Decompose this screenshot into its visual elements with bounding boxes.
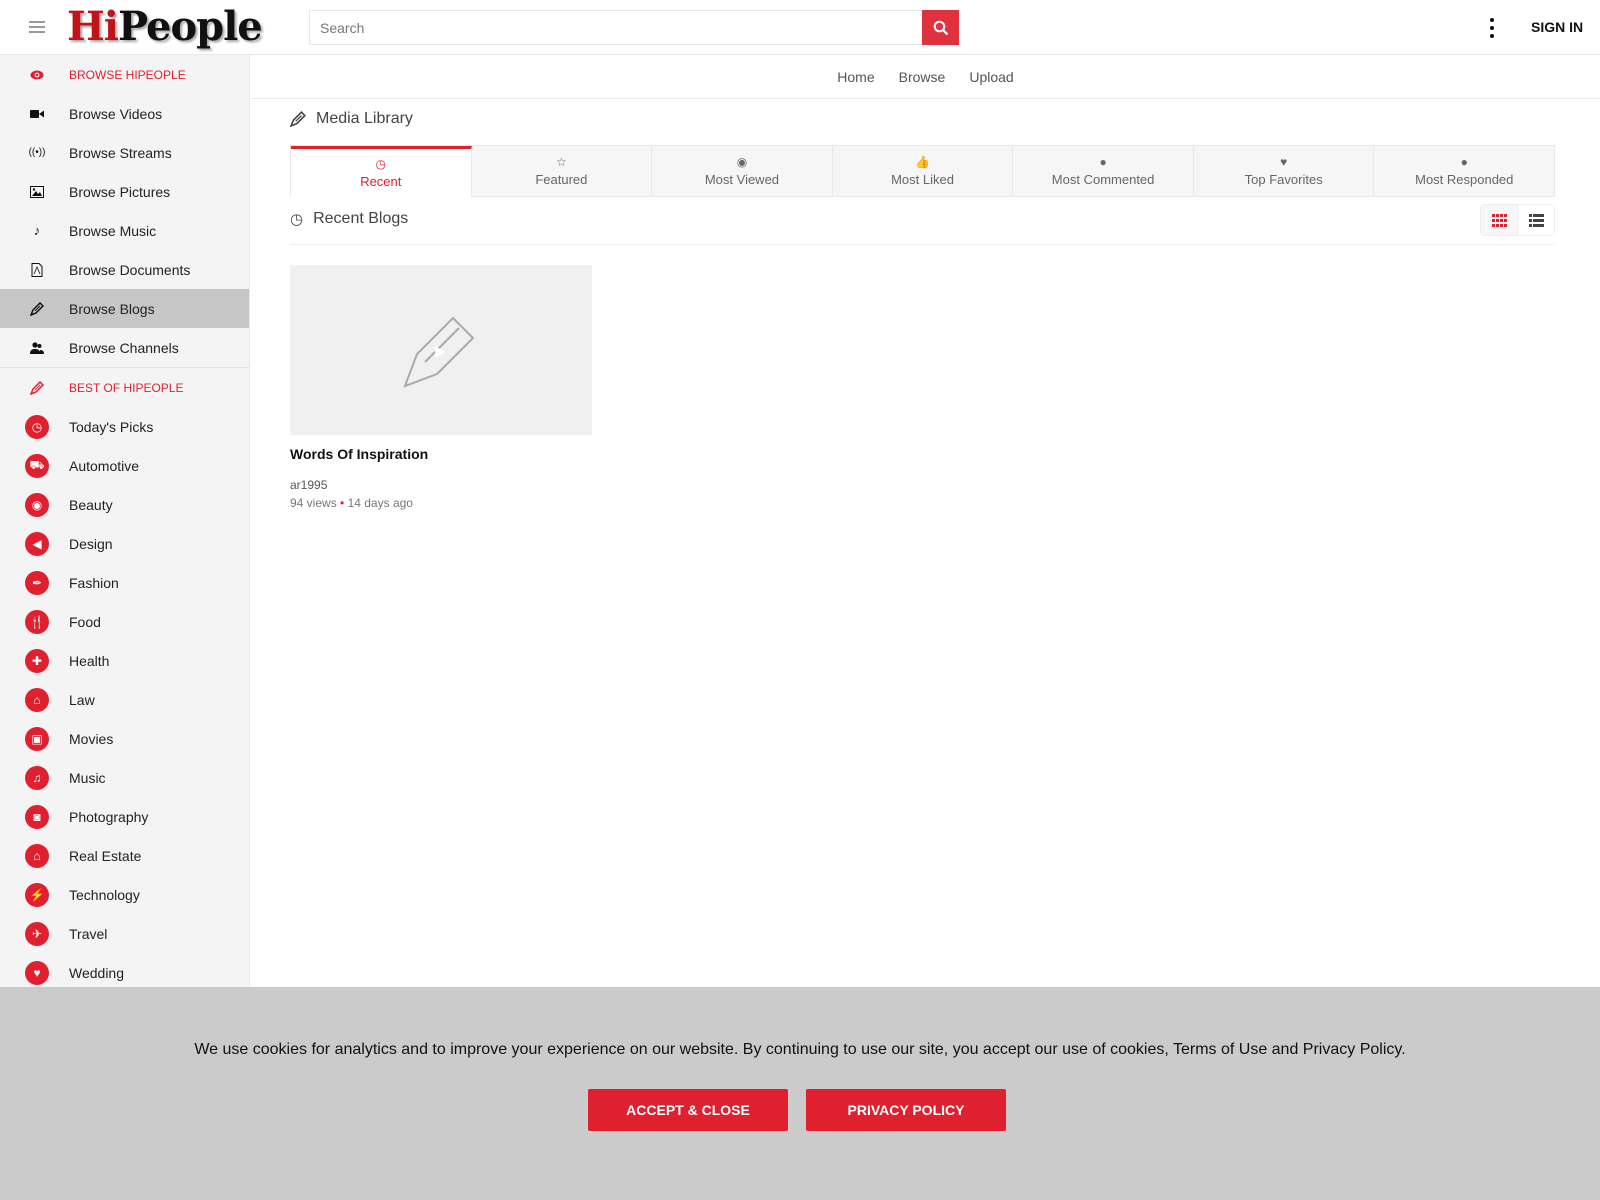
top-bar: HiPeople SIGN IN — [0, 0, 1600, 55]
sidebar-item-browse-music[interactable]: ♪ Browse Music — [0, 211, 249, 250]
more-options-icon[interactable] — [1488, 18, 1496, 38]
search-button[interactable] — [922, 10, 959, 45]
blog-title[interactable]: Words Of Inspiration — [290, 446, 592, 462]
bank-icon: ⌂ — [25, 687, 49, 712]
broadcast-icon: ((•)) — [28, 147, 46, 158]
thumbs-up-icon: 👍 — [915, 155, 930, 169]
music-note-icon: ♪ — [33, 223, 41, 238]
video-icon — [29, 106, 45, 122]
search-input[interactable] — [310, 11, 922, 44]
view-toggle — [1480, 204, 1555, 236]
clock-icon: ◷ — [25, 414, 49, 439]
tab-most-viewed[interactable]: ◉ Most Viewed — [652, 146, 833, 197]
medkit-icon: ✚ — [25, 648, 49, 673]
sidebar-category-movies[interactable]: ▣ Movies — [0, 719, 249, 758]
film-icon: ▣ — [25, 726, 49, 751]
sub-navigation: Home Browse Upload — [251, 55, 1600, 99]
star-icon: ☆ — [555, 155, 567, 169]
sidebar-category-fashion[interactable]: ✒ Fashion — [0, 563, 249, 602]
feather-icon: ✒ — [25, 570, 49, 595]
sidebar-category-music[interactable]: ♫ Music — [0, 758, 249, 797]
nav-browse[interactable]: Browse — [899, 69, 946, 85]
sidebar-item-browse-videos[interactable]: Browse Videos — [0, 94, 249, 133]
page-title: Media Library — [290, 110, 413, 128]
cookie-banner: We use cookies for analytics and to impr… — [0, 987, 1600, 1200]
blog-meta: 94 views • 14 days ago — [290, 496, 592, 510]
logo[interactable]: HiPeople — [67, 2, 263, 52]
cookie-message: We use cookies for analytics and to impr… — [194, 1041, 1406, 1058]
sidebar-category-automotive[interactable]: ⛟ Automotive — [0, 446, 249, 485]
cutlery-icon: 🍴 — [25, 609, 49, 634]
sidebar-header-best[interactable]: BEST OF HIPEOPLE — [0, 368, 249, 407]
clock-icon: ◷ — [375, 157, 387, 171]
post-age: 14 days ago — [347, 496, 413, 510]
sidebar-category-todays-picks[interactable]: ◷ Today's Picks — [0, 407, 249, 446]
eye-icon — [29, 67, 45, 83]
pencil-icon — [29, 380, 45, 396]
section-divider — [290, 244, 1555, 245]
sidebar-category-technology[interactable]: ⚡ Technology — [0, 875, 249, 914]
menu-icon[interactable] — [29, 21, 45, 33]
sidebar-category-travel[interactable]: ✈ Travel — [0, 914, 249, 953]
camera-icon: ◙ — [25, 804, 49, 829]
grid-icon — [1491, 213, 1507, 227]
clock-icon: ◷ — [290, 211, 304, 228]
search-icon — [933, 20, 948, 35]
document-icon — [29, 262, 45, 278]
tab-top-favorites[interactable]: ♥ Top Favorites — [1193, 146, 1375, 197]
sidebar-item-browse-documents[interactable]: Browse Documents — [0, 250, 249, 289]
list-icon — [1528, 213, 1544, 227]
sign-in-button[interactable]: SIGN IN — [1531, 19, 1583, 35]
grid-view-button[interactable] — [1481, 205, 1518, 235]
blog-card: Words Of Inspiration ar1995 94 views • 1… — [290, 265, 592, 510]
users-icon — [29, 340, 45, 356]
pencil-icon — [290, 111, 306, 127]
eye-icon: ◉ — [25, 492, 49, 517]
comment-icon: ● — [1099, 155, 1107, 169]
design-icon: ◀ — [25, 531, 49, 556]
view-count: 94 views — [290, 496, 337, 510]
sidebar-category-real-estate[interactable]: ⌂ Real Estate — [0, 836, 249, 875]
meta-separator: • — [340, 496, 345, 510]
music-icon: ♫ — [25, 765, 49, 790]
sidebar-category-health[interactable]: ✚ Health — [0, 641, 249, 680]
tab-recent[interactable]: ◷ Recent — [291, 146, 472, 197]
list-view-button[interactable] — [1518, 205, 1554, 235]
picture-icon — [29, 184, 45, 200]
sidebar-item-browse-channels[interactable]: Browse Channels — [0, 328, 249, 367]
sidebar-category-law[interactable]: ⌂ Law — [0, 680, 249, 719]
plug-icon: ⚡ — [25, 882, 49, 907]
media-tabs: ◷ Recent ☆ Featured ◉ Most Viewed 👍 Most Lik… — [290, 145, 1555, 197]
truck-icon: ⛟ — [25, 453, 49, 478]
accept-close-button[interactable]: Accept & Close — [588, 1089, 788, 1131]
sidebar-header-browse[interactable]: BROWSE HIPEOPLE — [0, 55, 249, 94]
nav-upload[interactable]: Upload — [969, 69, 1013, 85]
blog-author[interactable]: ar1995 — [290, 478, 592, 492]
search-bar — [309, 10, 959, 45]
pencil-icon — [29, 301, 45, 317]
tab-featured[interactable]: ☆ Featured — [471, 146, 653, 197]
comments-icon: ● — [1460, 155, 1468, 169]
sidebar-category-food[interactable]: 🍴 Food — [0, 602, 249, 641]
heart-icon: ♥ — [1280, 155, 1288, 169]
sidebar-category-design[interactable]: ◀ Design — [0, 524, 249, 563]
blog-thumbnail[interactable] — [290, 265, 592, 435]
tab-most-responded[interactable]: ● Most Responded — [1374, 146, 1555, 197]
tab-most-liked[interactable]: 👍 Most Liked — [832, 146, 1014, 197]
privacy-policy-button[interactable]: Privacy Policy — [806, 1089, 1006, 1131]
section-title: ◷ Recent Blogs — [290, 210, 409, 228]
eye-icon: ◉ — [736, 155, 748, 169]
pencil-placeholder-icon — [403, 316, 475, 388]
home-icon: ⌂ — [25, 843, 49, 868]
sidebar-item-browse-streams[interactable]: ((•)) Browse Streams — [0, 133, 249, 172]
sidebar-category-photography[interactable]: ◙ Photography — [0, 797, 249, 836]
nav-home[interactable]: Home — [837, 69, 874, 85]
plane-icon: ✈ — [25, 921, 49, 946]
heart-icon: ♥ — [25, 960, 49, 985]
tab-most-commented[interactable]: ● Most Commented — [1013, 146, 1194, 197]
sidebar-category-beauty[interactable]: ◉ Beauty — [0, 485, 249, 524]
sidebar-item-browse-blogs[interactable]: Browse Blogs — [0, 289, 249, 328]
sidebar-item-browse-pictures[interactable]: Browse Pictures — [0, 172, 249, 211]
